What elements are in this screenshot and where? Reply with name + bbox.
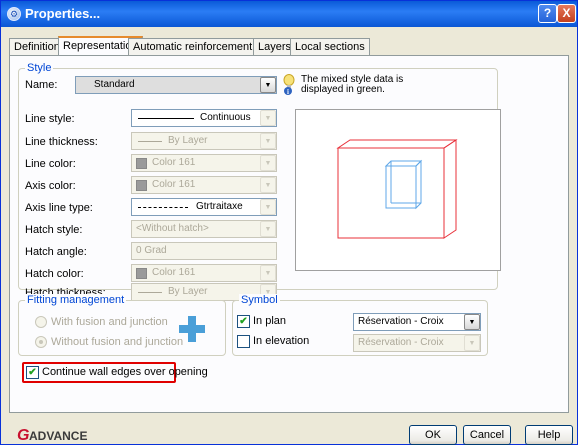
logo-letter: G (17, 427, 29, 444)
wall-opening-preview (336, 139, 458, 239)
hatch-angle-input[interactable]: 0 Grad (131, 242, 277, 260)
line-sample (138, 141, 162, 142)
in-plan-checkbox[interactable]: ✔ (237, 315, 250, 328)
lightbulb-info-icon: i (283, 74, 295, 96)
color-swatch (136, 158, 147, 169)
line-style-label: Line style: (25, 113, 75, 125)
chevron-down-icon[interactable]: ▼ (464, 314, 480, 330)
chevron-down-icon[interactable]: ▼ (260, 77, 276, 93)
fitting-legend: Fitting management (25, 294, 127, 306)
chevron-down-icon[interactable]: ▼ (260, 199, 276, 215)
hint-text-line-2: displayed in green. (301, 84, 385, 95)
line-sample (138, 118, 194, 119)
preview-viewport (295, 109, 501, 271)
hatch-thickness-value: By Layer (168, 286, 208, 297)
chevron-down-icon[interactable]: ▼ (260, 177, 276, 193)
with-fusion-label: With fusion and junction (51, 316, 168, 328)
line-color-combo[interactable]: Color 161 ▼ (131, 154, 277, 172)
name-label: Name: (25, 79, 58, 91)
line-style-combo[interactable]: Continuous ▼ (131, 109, 277, 127)
symbol-group: Symbol ✔ In plan Réservation - Croix ▼ I… (232, 294, 488, 356)
chevron-down-icon[interactable]: ▼ (260, 155, 276, 171)
in-elevation-symbol-combo[interactable]: Réservation - Croix ▼ (353, 334, 481, 352)
continue-wall-edges-checkbox[interactable]: ✔ (26, 366, 39, 379)
app-icon: ⚙ (7, 7, 21, 21)
plus-junction-icon (179, 316, 205, 342)
hatch-color-label: Hatch color: (25, 268, 84, 280)
axis-line-type-label: Axis line type: (25, 202, 93, 214)
chevron-down-icon[interactable]: ▼ (464, 335, 480, 351)
in-plan-label: In plan (253, 315, 287, 327)
line-sample (138, 292, 162, 293)
radio-without-fusion[interactable] (35, 336, 47, 348)
line-thickness-value: By Layer (168, 135, 208, 146)
advance-logo-icon: G ADVANCE (17, 427, 87, 444)
line-thickness-combo[interactable]: By Layer ▼ (131, 132, 277, 150)
axis-line-type-combo[interactable]: Gtrtraitaxe ▼ (131, 198, 277, 216)
tab-local-sections[interactable]: Local sections (290, 38, 370, 55)
in-plan-symbol-combo[interactable]: Réservation - Croix ▼ (353, 313, 481, 331)
line-color-value: Color 161 (152, 157, 196, 168)
in-elevation-checkbox[interactable] (237, 335, 250, 348)
continue-wall-edges-label: Continue wall edges over opening (42, 366, 208, 378)
chevron-down-icon[interactable]: ▼ (260, 221, 276, 237)
style-group: Style Name: Standard ▼ i The mixed style… (18, 62, 501, 301)
axis-color-combo[interactable]: Color 161 ▼ (131, 176, 277, 194)
help-title-button[interactable]: ? (538, 4, 557, 23)
cancel-button[interactable]: Cancel (463, 425, 511, 445)
style-name-combo[interactable]: Standard ▼ (75, 76, 277, 94)
color-swatch (136, 180, 147, 191)
logo-text: ADVANCE (29, 429, 87, 443)
title-bar[interactable]: ⚙ Properties... ? X (1, 1, 577, 27)
in-elevation-symbol-value: Réservation - Croix (358, 337, 444, 348)
dashed-line-sample (138, 207, 188, 208)
help-button[interactable]: Help (525, 425, 573, 445)
window-title: Properties... (25, 6, 101, 21)
hatch-style-combo[interactable]: <Without hatch> ▼ (131, 220, 277, 238)
chevron-down-icon[interactable]: ▼ (260, 265, 276, 281)
properties-dialog: ⚙ Properties... ? X Definition Represent… (0, 0, 578, 445)
line-color-label: Line color: (25, 158, 76, 170)
hatch-angle-label: Hatch angle: (25, 246, 87, 258)
hatch-angle-value: 0 Grad (136, 245, 167, 256)
style-name-value: Standard (94, 79, 135, 90)
in-elevation-label: In elevation (253, 335, 310, 347)
axis-line-type-value: Gtrtraitaxe (196, 201, 243, 212)
color-swatch (136, 268, 147, 279)
hatch-color-combo[interactable]: Color 161 ▼ (131, 264, 277, 282)
line-thickness-label: Line thickness: (25, 136, 98, 148)
radio-with-fusion[interactable] (35, 316, 47, 328)
symbol-legend: Symbol (239, 294, 280, 306)
fitting-management-group: Fitting management With fusion and junct… (18, 294, 226, 356)
ok-button[interactable]: OK (409, 425, 457, 445)
chevron-down-icon[interactable]: ▼ (260, 133, 276, 149)
in-plan-symbol-value: Réservation - Croix (358, 316, 444, 327)
tab-definition[interactable]: Definition (9, 38, 65, 55)
svg-text:i: i (287, 88, 289, 96)
hatch-style-label: Hatch style: (25, 224, 83, 236)
representation-panel: Style Name: Standard ▼ i The mixed style… (9, 55, 569, 413)
graitec-advance-logo: G ADVANCE (17, 426, 97, 444)
hatch-color-value: Color 161 (152, 267, 196, 278)
axis-color-value: Color 161 (152, 179, 196, 190)
axis-color-label: Axis color: (25, 180, 76, 192)
style-legend: Style (25, 62, 54, 74)
close-button[interactable]: X (557, 4, 576, 23)
tab-automatic-reinforcement[interactable]: Automatic reinforcement (128, 38, 258, 55)
chevron-down-icon[interactable]: ▼ (260, 110, 276, 126)
without-fusion-label: Without fusion and junction (51, 336, 184, 348)
hatch-style-value: <Without hatch> (136, 223, 209, 234)
line-style-value: Continuous (200, 112, 251, 123)
